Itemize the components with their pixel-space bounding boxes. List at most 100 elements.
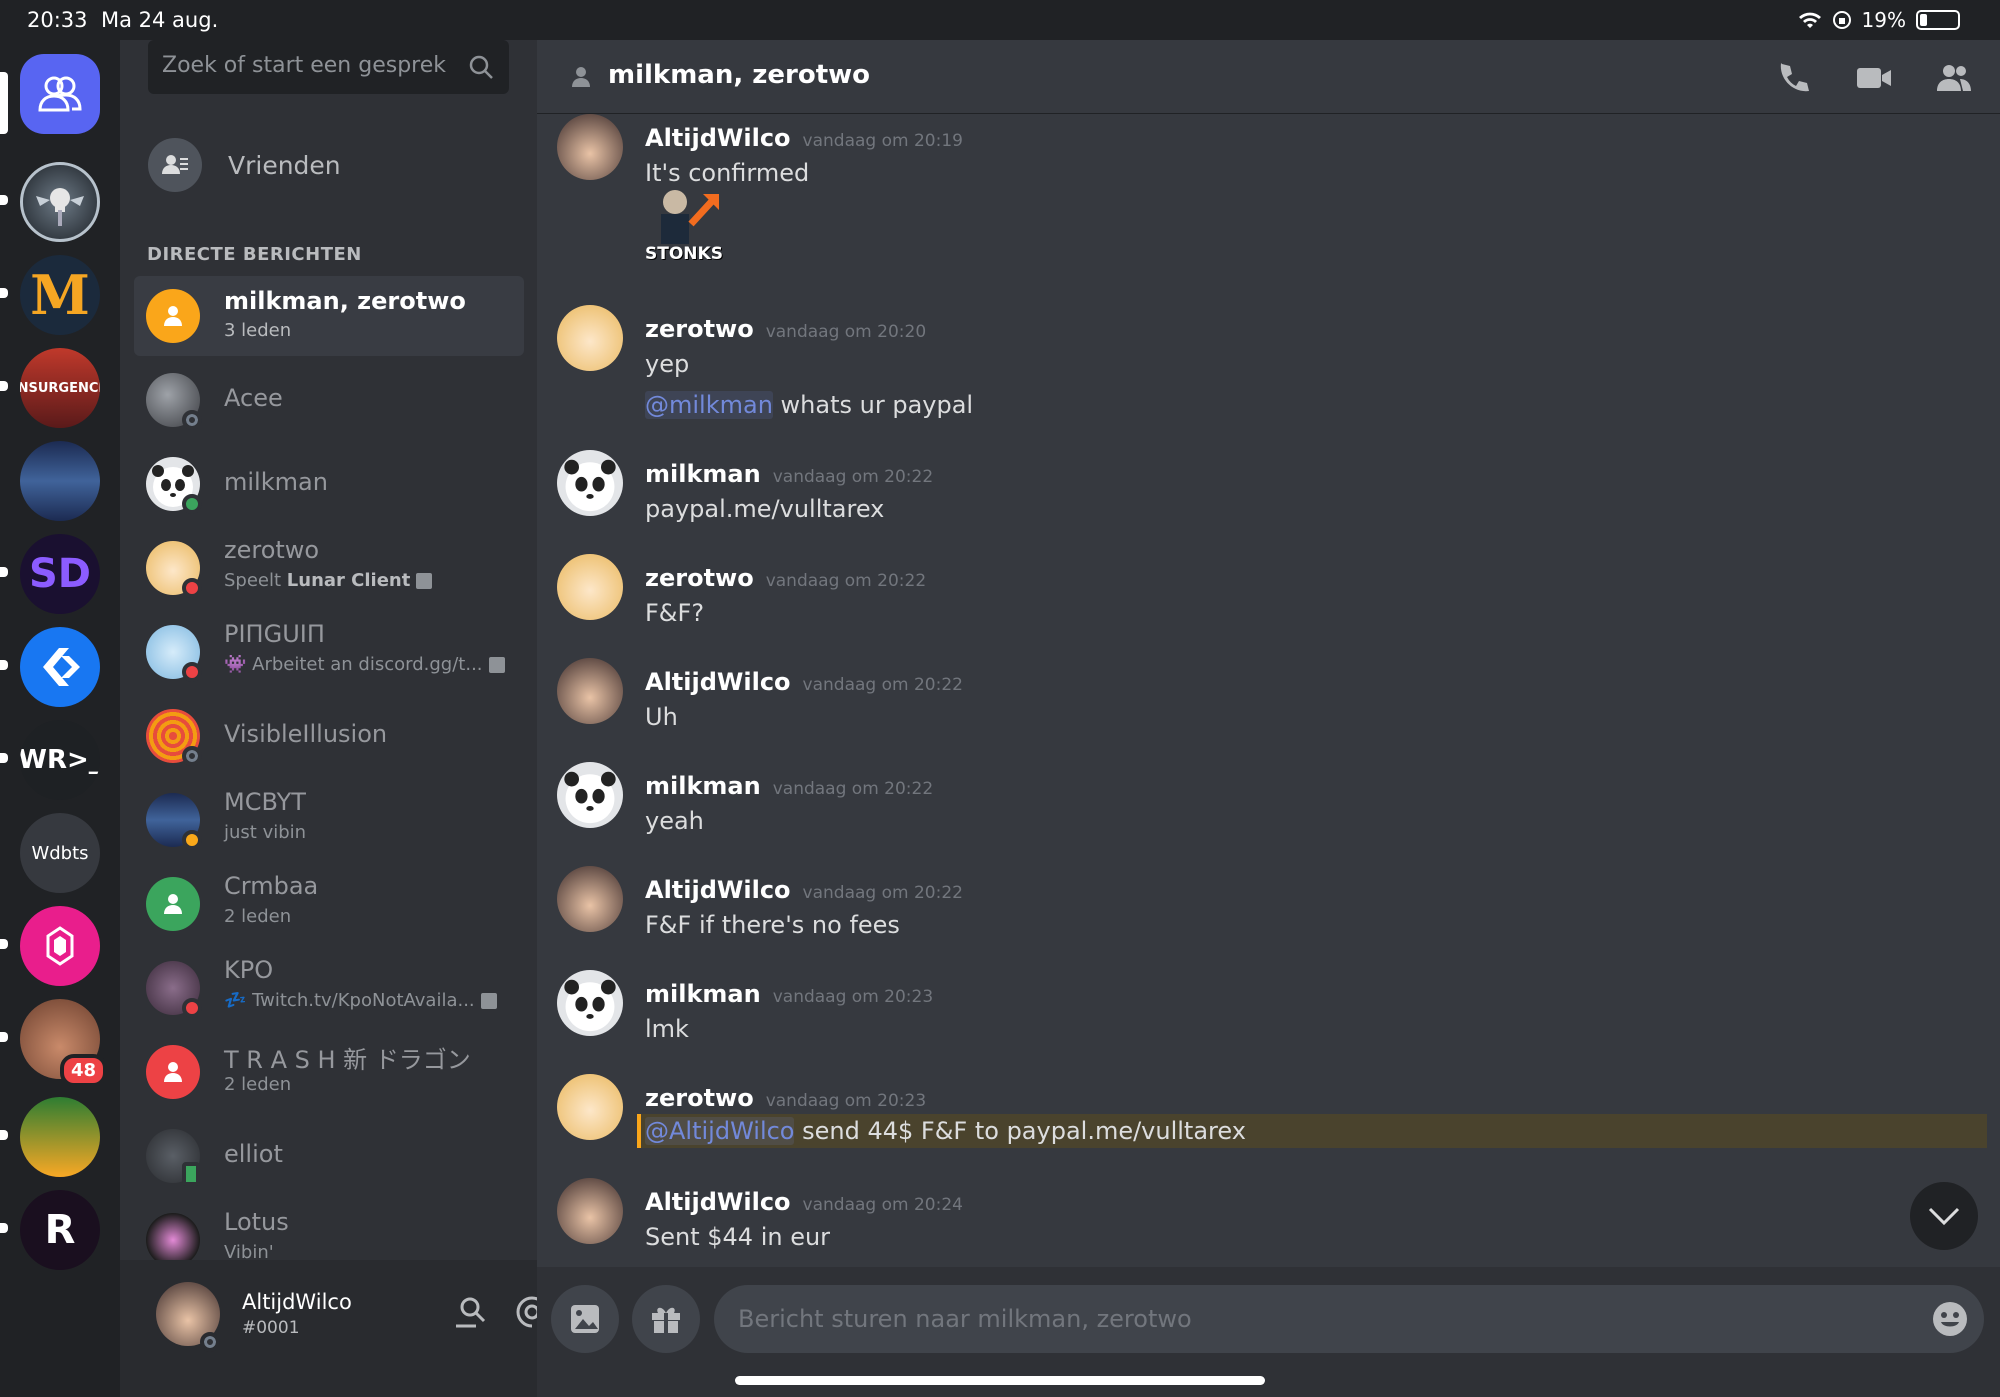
author-avatar[interactable] xyxy=(557,1074,623,1140)
channel-title: milkman, zerotwo xyxy=(608,60,871,90)
at-icon xyxy=(516,1296,537,1328)
message-header: AltijdWilco vandaag om 20:24 xyxy=(645,1188,963,1216)
author-avatar[interactable] xyxy=(557,305,623,371)
call-button[interactable] xyxy=(1774,58,1814,98)
emoji-icon[interactable] xyxy=(1930,1299,1970,1339)
friends-button[interactable]: Vrienden xyxy=(148,130,509,200)
server-r[interactable]: R xyxy=(20,1190,100,1270)
server-skull-wings[interactable] xyxy=(20,162,100,242)
unread-pip xyxy=(0,567,8,577)
server-wdbts[interactable]: Wdbts xyxy=(20,813,100,893)
wifi-icon xyxy=(1798,12,1821,28)
author-name[interactable]: AltijdWilco xyxy=(645,876,791,904)
author-name[interactable]: AltijdWilco xyxy=(645,1188,791,1216)
battery-percent: 19% xyxy=(1861,8,1906,32)
author-name[interactable]: milkman xyxy=(645,460,761,488)
dm-item-crmbaa[interactable]: Crmbaa 2 leden xyxy=(134,864,524,944)
panda-avatar-icon xyxy=(564,771,616,824)
upload-image-button[interactable] xyxy=(551,1285,619,1353)
timestamp: vandaag om 20:22 xyxy=(802,883,963,903)
author-avatar[interactable] xyxy=(557,1178,623,1244)
server-rail: M INSURGENCE SD WR>_ Wdbts 48 R xyxy=(0,40,120,1397)
dm-item-kpo[interactable]: KPO 💤 Twitch.tv/KpoNotAvaila... xyxy=(134,948,524,1028)
status-dnd-icon xyxy=(182,578,202,598)
author-avatar[interactable] xyxy=(557,970,623,1036)
search-bar[interactable]: Zoek of start een gesprek xyxy=(148,40,509,94)
server-pokemon-insurgence[interactable]: INSURGENCE xyxy=(20,348,100,428)
dm-item-elliot[interactable]: elliot xyxy=(134,1116,524,1196)
home-button[interactable] xyxy=(20,54,100,134)
server-sd[interactable]: SD xyxy=(20,534,100,614)
message-text-mention: @milkman whats ur paypal xyxy=(645,391,973,419)
dm-activity: 👾 Arbeitet an discord.gg/t... xyxy=(224,654,505,675)
author-avatar[interactable] xyxy=(557,554,623,620)
author-avatar[interactable] xyxy=(557,658,623,724)
jump-to-present-button[interactable] xyxy=(1910,1182,1978,1250)
timestamp: vandaag om 20:23 xyxy=(772,987,934,1007)
server-initial: Wdbts xyxy=(31,842,89,864)
rich-presence-icon xyxy=(488,657,505,673)
status-time: 20:33 xyxy=(27,8,88,32)
user-mention[interactable]: @AltijdWilco xyxy=(645,1117,795,1145)
dm-item-zerotwo[interactable]: zerotwo Speelt Lunar Client xyxy=(134,528,524,608)
search-icon xyxy=(469,55,493,79)
message-text: yeah xyxy=(645,807,704,835)
timestamp: vandaag om 20:24 xyxy=(802,1195,963,1215)
server-m[interactable]: M xyxy=(20,255,100,335)
gift-button[interactable] xyxy=(632,1285,700,1353)
author-avatar[interactable] xyxy=(557,450,623,516)
video-call-button[interactable] xyxy=(1854,58,1894,98)
author-name[interactable]: AltijdWilco xyxy=(645,668,791,696)
friends-icon xyxy=(148,138,202,192)
dm-item-pinguin[interactable]: PIПGUIП 👾 Arbeitet an discord.gg/t... xyxy=(134,612,524,692)
message-input[interactable] xyxy=(738,1301,1888,1337)
author-name[interactable]: milkman xyxy=(645,772,761,800)
message-text: Uh xyxy=(645,703,678,731)
panda-avatar-icon xyxy=(564,459,616,512)
dm-item-milkman[interactable]: milkman xyxy=(134,444,524,524)
author-avatar[interactable] xyxy=(557,114,623,180)
dm-name: milkman xyxy=(224,468,328,496)
server-night-sky[interactable] xyxy=(20,441,100,521)
user-mention[interactable]: @milkman xyxy=(645,391,773,419)
activity-text: Twitch.tv/KpoNotAvaila... xyxy=(252,990,475,1011)
author-avatar[interactable] xyxy=(557,866,623,932)
status-offline-icon xyxy=(182,410,202,430)
stonks-sticker: STONKS xyxy=(645,184,725,264)
author-name[interactable]: zerotwo xyxy=(645,1084,754,1112)
dm-name: zerotwo xyxy=(224,536,320,564)
server-pink-crystal[interactable] xyxy=(20,906,100,986)
dm-item-milkman-zerotwo[interactable]: milkman, zerotwo 3 leden xyxy=(134,276,524,356)
search-people-icon xyxy=(456,1297,486,1328)
server-roblox[interactable] xyxy=(20,1097,100,1177)
message-text: Sent $44 in eur xyxy=(645,1223,831,1251)
author-name[interactable]: milkman xyxy=(645,980,761,1008)
dm-name: elliot xyxy=(224,1140,283,1168)
members-button[interactable] xyxy=(1934,58,1974,98)
search-placeholder: Zoek of start een gesprek xyxy=(162,53,447,78)
dm-item-acee[interactable]: Acee xyxy=(134,360,524,440)
search-people-button[interactable] xyxy=(452,1294,488,1330)
author-name[interactable]: AltijdWilco xyxy=(645,124,791,152)
mention-badge: 48 xyxy=(60,1054,108,1087)
message-composer xyxy=(537,1267,2000,1397)
dm-item-mcbyt[interactable]: MCBYT just vibin xyxy=(134,780,524,860)
dm-item-visibleillusion[interactable]: VisibleIllusion xyxy=(134,696,524,776)
user-name: AltijdWilco xyxy=(242,1290,352,1314)
video-icon xyxy=(1857,68,1891,88)
avatar xyxy=(146,1213,200,1267)
orientation-lock-icon xyxy=(1832,11,1851,29)
dm-sidebar: Zoek of start een gesprek Vrienden DIREC… xyxy=(120,40,537,1397)
dm-item-trash[interactable]: T R A S H 新 ドラゴン 2 leden xyxy=(134,1032,524,1112)
author-name[interactable]: zerotwo xyxy=(645,564,754,592)
author-name[interactable]: zerotwo xyxy=(645,315,754,343)
author-avatar[interactable] xyxy=(557,762,623,828)
server-wr[interactable]: WR>_ xyxy=(20,720,100,800)
crystal-icon xyxy=(46,926,74,966)
message-text: It's confirmed xyxy=(645,159,810,187)
message-header: zerotwo vandaag om 20:22 xyxy=(645,564,926,592)
server-arrows[interactable] xyxy=(20,627,100,707)
activity-game: Lunar Client xyxy=(286,570,411,591)
dm-name: KPO xyxy=(224,956,274,984)
mentions-button[interactable] xyxy=(514,1294,537,1330)
